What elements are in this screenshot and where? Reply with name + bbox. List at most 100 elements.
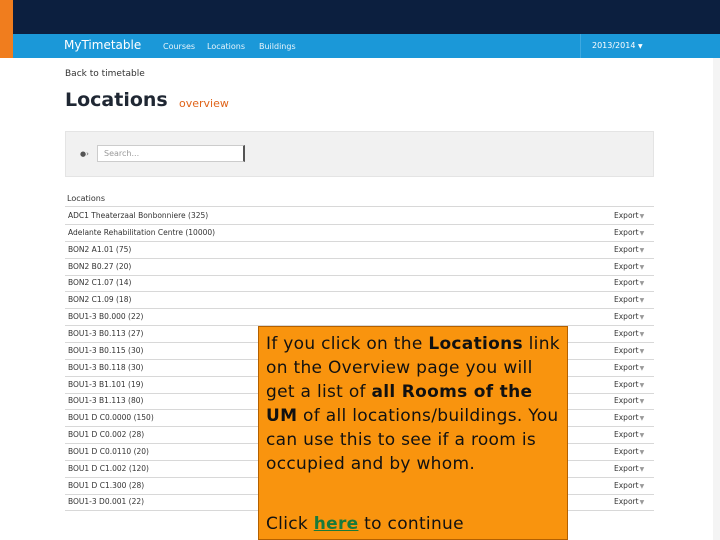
location-row-name[interactable]: Adelante Rehabilitation Centre (10000) — [68, 228, 215, 237]
export-label: Export — [614, 430, 639, 440]
callout-bold-locations: Locations — [428, 334, 523, 354]
accent-strip — [0, 0, 13, 58]
chevron-down-icon: ▼ — [637, 43, 643, 50]
export-label: Export — [614, 463, 639, 473]
export-dropdown[interactable]: Export▼ — [614, 329, 644, 338]
export-dropdown[interactable]: Export▼ — [614, 346, 644, 355]
row-divider — [65, 240, 654, 242]
continue-link[interactable]: here — [314, 514, 359, 534]
export-dropdown[interactable]: Export▼ — [614, 312, 644, 321]
chevron-down-icon: ▼ — [639, 398, 645, 406]
scrollbar[interactable] — [713, 58, 720, 540]
location-row-name[interactable]: ADC1 Theaterzaal Bonbonniere (325) — [68, 211, 208, 220]
nav-locations[interactable]: Locations — [207, 42, 245, 51]
row-divider — [65, 274, 654, 276]
continue-line: Click here to continue — [266, 512, 464, 536]
location-row-name[interactable]: BOU1-3 B0.118 (30) — [68, 363, 143, 372]
export-label: Export — [614, 227, 639, 237]
location-row-name[interactable]: BOU1-3 B0.115 (30) — [68, 346, 143, 355]
location-row-name[interactable]: BOU1-3 D0.001 (22) — [68, 497, 144, 506]
location-row-name[interactable]: BOU1 D C0.0110 (20) — [68, 447, 149, 456]
chevron-down-icon: ▼ — [639, 314, 645, 322]
location-row-name[interactable]: BOU1 D C0.002 (28) — [68, 430, 144, 439]
top-banner — [0, 0, 720, 34]
location-row-name[interactable]: BOU1-3 B0.000 (22) — [68, 312, 143, 321]
export-label: Export — [614, 278, 639, 288]
export-dropdown[interactable]: Export▼ — [614, 380, 644, 389]
list-divider — [65, 206, 654, 207]
back-to-timetable-link[interactable]: Back to timetable — [65, 69, 145, 79]
chevron-down-icon: ▼ — [639, 347, 645, 355]
chevron-down-icon: ▼ — [639, 297, 645, 305]
row-divider — [65, 291, 654, 293]
export-dropdown[interactable]: Export▼ — [614, 262, 644, 271]
chevron-down-icon: ▼ — [639, 263, 645, 271]
location-row-name[interactable]: BOU1-3 B1.113 (80) — [68, 396, 143, 405]
year-selector[interactable]: 2013/2014 ▼ — [592, 41, 643, 50]
location-row-name[interactable]: BOU1 D C0.0000 (150) — [68, 413, 154, 422]
export-dropdown[interactable]: Export▼ — [614, 396, 644, 405]
export-dropdown[interactable]: Export▼ — [614, 228, 644, 237]
chevron-down-icon: ▼ — [639, 229, 645, 237]
continue-prefix: Click — [266, 514, 314, 534]
export-label: Export — [614, 312, 639, 322]
export-dropdown[interactable]: Export▼ — [614, 497, 644, 506]
export-label: Export — [614, 328, 639, 338]
export-label: Export — [614, 497, 639, 507]
export-label: Export — [614, 480, 639, 490]
export-label: Export — [614, 446, 639, 456]
export-label: Export — [614, 211, 639, 220]
row-divider — [65, 257, 654, 259]
export-label: Export — [614, 345, 639, 355]
navbar: MyTimetable Courses Locations Buildings … — [13, 34, 720, 58]
page-subtitle: overview — [179, 97, 229, 110]
export-dropdown[interactable]: Export▼ — [614, 413, 644, 422]
chevron-down-icon: ▼ — [639, 432, 645, 440]
search-input[interactable] — [97, 145, 245, 162]
tutorial-callout: If you click on the Locations link on th… — [258, 326, 568, 540]
export-dropdown[interactable]: Export▼ — [614, 211, 644, 220]
export-dropdown[interactable]: Export▼ — [614, 464, 644, 473]
location-row-name[interactable]: BOU1 D C1.300 (28) — [68, 481, 144, 490]
nav-courses[interactable]: Courses — [163, 42, 195, 51]
chevron-down-icon: ▼ — [639, 246, 645, 254]
location-row-name[interactable]: BON2 C1.07 (14) — [68, 278, 131, 287]
chevron-down-icon: ▼ — [639, 330, 645, 338]
export-label: Export — [614, 295, 639, 305]
export-dropdown[interactable]: Export▼ — [614, 430, 644, 439]
export-dropdown[interactable]: Export▼ — [614, 245, 644, 254]
chevron-down-icon: ▼ — [639, 364, 645, 372]
chevron-down-icon: ▼ — [639, 213, 645, 220]
callout-text: of all locations/buildings. You can use … — [266, 406, 559, 474]
chevron-down-icon: ▼ — [639, 482, 645, 490]
search-icon: ●› — [80, 150, 89, 158]
export-dropdown[interactable]: Export▼ — [614, 363, 644, 372]
callout-text: If you click on the — [266, 334, 429, 354]
export-label: Export — [614, 244, 639, 254]
export-dropdown[interactable]: Export▼ — [614, 295, 644, 304]
export-dropdown[interactable]: Export▼ — [614, 278, 644, 287]
chevron-down-icon: ▼ — [639, 381, 645, 389]
app-brand[interactable]: MyTimetable — [64, 38, 141, 52]
export-dropdown[interactable]: Export▼ — [614, 447, 644, 456]
chevron-down-icon: ▼ — [639, 499, 645, 507]
export-dropdown[interactable]: Export▼ — [614, 481, 644, 490]
location-row-name[interactable]: BON2 C1.09 (18) — [68, 295, 131, 304]
location-row-name[interactable]: BOU1-3 B0.113 (27) — [68, 329, 143, 338]
export-label: Export — [614, 413, 639, 423]
row-divider — [65, 224, 654, 225]
chevron-down-icon: ▼ — [639, 465, 645, 473]
nav-buildings[interactable]: Buildings — [259, 42, 296, 51]
location-row-name[interactable]: BOU1 D C1.002 (120) — [68, 464, 149, 473]
chevron-down-icon: ▼ — [639, 280, 645, 288]
location-row-name[interactable]: BON2 B0.27 (20) — [68, 262, 131, 271]
location-row-name[interactable]: BON2 A1.01 (75) — [68, 245, 131, 254]
chevron-down-icon: ▼ — [639, 415, 645, 423]
export-label: Export — [614, 396, 639, 406]
page-title: Locations — [65, 89, 168, 111]
export-label: Export — [614, 261, 639, 271]
location-row-name[interactable]: BOU1-3 B1.101 (19) — [68, 380, 143, 389]
row-divider — [65, 308, 654, 310]
export-label: Export — [614, 362, 639, 372]
chevron-down-icon: ▼ — [639, 448, 645, 456]
